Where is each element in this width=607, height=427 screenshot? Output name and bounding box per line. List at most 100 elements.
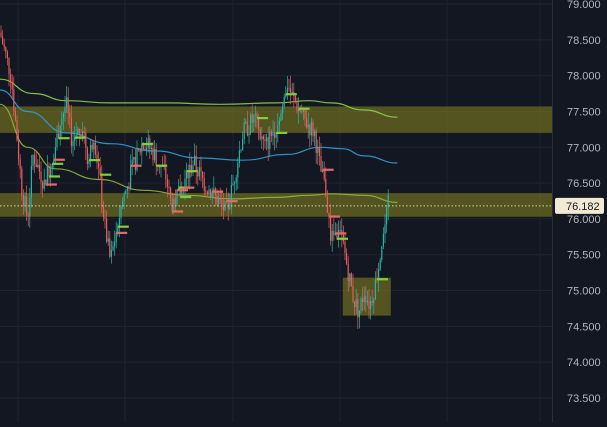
candle-body [312,122,314,137]
candle-body [62,113,64,119]
candle-body [326,196,328,213]
candle-body [309,124,311,136]
candle-body [224,200,226,211]
candle-body [19,159,21,169]
candle-body [366,300,368,303]
candle-body [96,154,98,163]
candle-body [378,269,380,280]
candle-body [290,88,292,93]
candle-body [94,142,96,155]
candle-body [59,125,61,139]
candle-body [296,102,298,112]
price-tick-label: 76.000 [567,214,601,226]
candle-body [381,246,383,260]
candle-body [35,163,37,168]
candle-body [206,192,208,194]
price-tick-label: 76.500 [567,178,601,190]
candle-body [109,238,111,257]
candle-body [21,168,23,195]
candle-body [242,138,244,151]
candle-body [179,187,181,197]
candle-body [110,250,112,257]
candle-body [115,232,117,243]
price-chart-svg[interactable]: 79.000 78.500 78.000 77.500 77.000 76.500 76.0… [0,0,607,422]
candle-body [238,150,240,164]
candle-body [347,263,349,282]
candle-body [344,241,346,254]
candle-body [363,296,365,303]
candle-body [83,131,85,133]
candle-body [150,148,152,150]
candle-body [291,91,293,93]
candle-body [235,177,237,183]
candle-body [154,148,156,161]
trade-marker [257,117,268,120]
candle-body [354,301,356,308]
candle-body [250,114,252,133]
trade-marker [177,189,188,192]
candle-body [61,118,63,126]
candle-body [78,128,80,134]
candle-body [122,201,124,207]
candle-body [144,148,146,150]
candle-body [251,114,253,123]
candle-body [86,148,88,164]
candle-body [240,150,242,152]
candle-body [317,147,319,153]
trade-marker [183,186,195,189]
candle-body [130,165,132,189]
price-tick-label: 77.000 [567,142,601,154]
candle-body [6,52,8,59]
candle-body [318,147,320,157]
trade-marker [156,164,168,167]
candle-body [126,186,128,191]
candle-body [360,298,362,311]
price-tick-label: 75.500 [567,250,601,262]
candle-body [259,129,261,140]
trade-marker [329,215,340,218]
candle-body [232,183,234,186]
candle-body [139,148,141,153]
candle-body [101,174,103,206]
price-tick-label: 79.000 [567,0,601,11]
candle-body [352,285,354,302]
candle-body [3,43,5,48]
candle-body [24,196,26,207]
candle-body [205,190,207,193]
trade-marker [186,170,198,173]
candle-body [27,214,29,217]
trade-marker [89,159,100,162]
candle-body [262,136,264,140]
candle-body [93,142,95,150]
candle-body [267,137,269,150]
candle-body [42,182,44,189]
candle-body [0,32,2,37]
candle-body [371,301,373,304]
candle-body [107,238,109,242]
trade-marker [276,131,288,134]
candle-body [219,198,221,200]
candle-body [266,137,268,142]
price-chart[interactable]: 79.000 78.500 78.000 77.500 77.000 76.500 76.0… [0,0,607,422]
candle-body [40,171,42,183]
candle-body [11,81,13,90]
candle-body [37,164,39,168]
candle-body [30,165,32,198]
candle-body [54,147,56,160]
candle-body [85,132,87,149]
candle-body [171,199,173,212]
candle-body [90,144,92,161]
trade-marker [53,158,65,161]
candle-body [165,167,167,180]
price-tick-label: 78.000 [567,71,601,83]
candle-body [22,194,24,207]
candle-body [26,196,28,215]
candle-body [134,157,136,170]
trade-marker [337,237,348,240]
last-price-label: 76.182 [555,197,604,214]
candle-body [278,120,280,126]
candle-body [2,36,4,44]
last-price-value: 76.182 [566,201,600,213]
trade-marker [141,142,153,146]
candle-body [234,182,236,184]
